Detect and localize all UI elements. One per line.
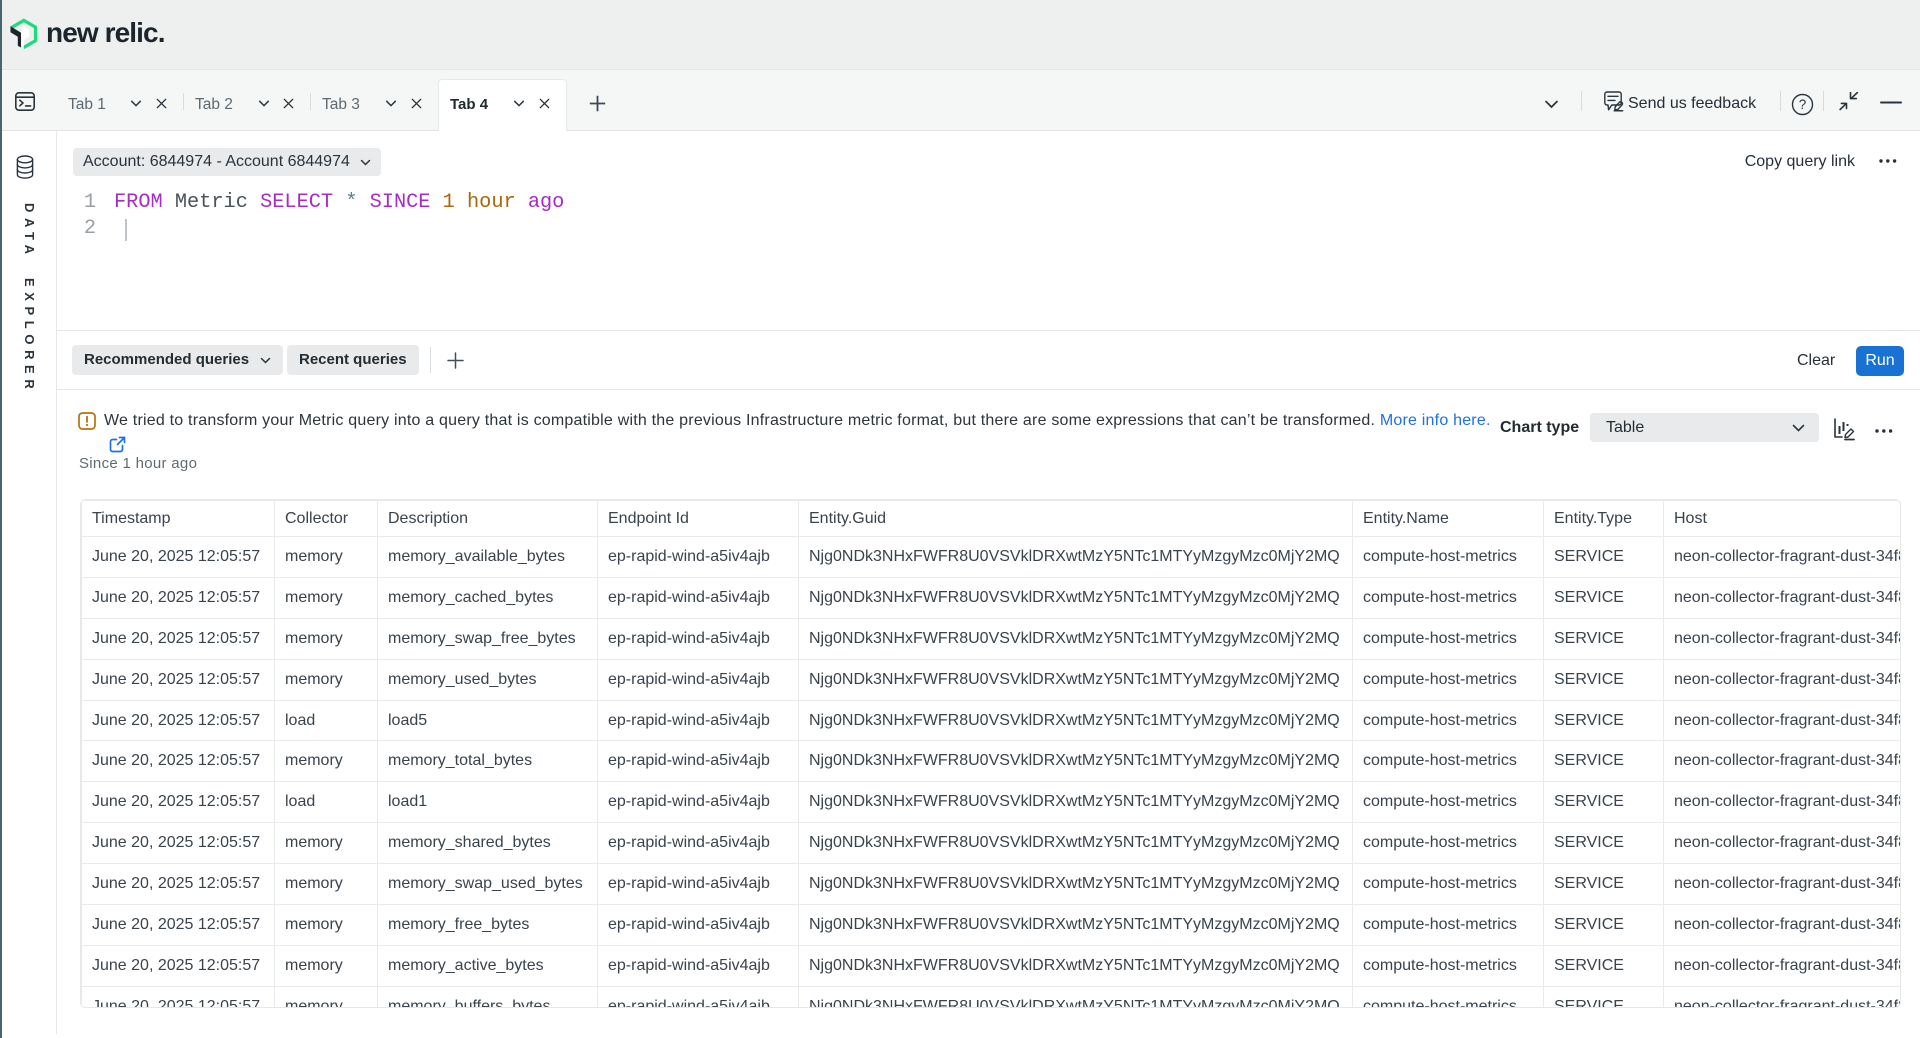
svg-text:?: ? bbox=[1799, 97, 1807, 112]
